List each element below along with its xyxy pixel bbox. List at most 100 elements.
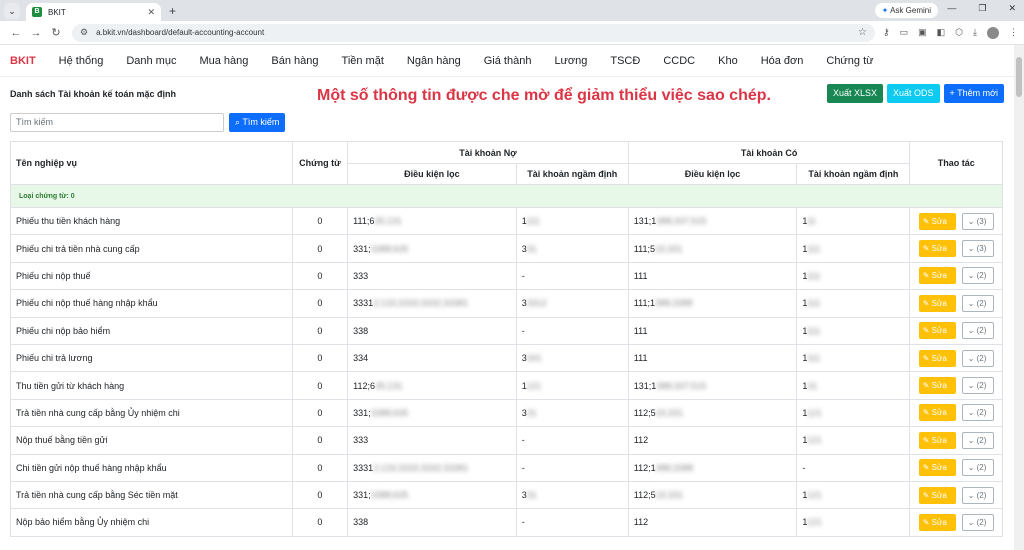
download-icon[interactable]: ⤓ <box>973 27 977 39</box>
expand-dropdown-button[interactable]: ⌄ (2) <box>961 486 994 504</box>
cell-voucher: 0 <box>291 343 349 373</box>
card-icon[interactable]: ▭ <box>900 27 909 39</box>
blurred-value: 31 <box>526 243 537 254</box>
expand-dropdown-button[interactable]: ⌄ (2) <box>961 322 994 340</box>
expand-dropdown-button[interactable]: ⌄ (3) <box>961 212 994 230</box>
tab-search-icon[interactable]: ⌄ <box>4 2 20 19</box>
menu-item-he-thong[interactable]: Hệ thống <box>59 55 104 67</box>
expand-dropdown-button[interactable]: ⌄ (2) <box>961 431 994 449</box>
blurred-value: 2;133;3333;3332;33381 <box>373 462 469 473</box>
chevron-down-icon: ⌄ <box>967 216 975 226</box>
cell-value: Phiếu thu tiền khách hàng <box>16 216 121 227</box>
cell-value: 111;1 <box>633 298 655 309</box>
cell-actions: ✎ Sửa ⌄ (2) <box>909 343 1003 373</box>
table-row: Chi tiền gửi nộp thuế hàng nhập khẩu 0 333… <box>10 453 1003 482</box>
expand-dropdown-button[interactable]: ⌄ (2) <box>961 377 994 395</box>
cell-debit-default: - <box>515 453 629 482</box>
expand-dropdown-button[interactable]: ⌄ (2) <box>961 513 994 531</box>
edit-button[interactable]: ✎ Sửa <box>918 212 956 230</box>
menu-item-hoa-don[interactable]: Hóa đơn <box>761 55 804 67</box>
edit-button[interactable]: ✎ Sửa <box>918 294 956 312</box>
bookmark-star-icon[interactable]: ☆ <box>858 27 867 38</box>
cell-credit-filter: 131;1388;337;515 <box>627 206 798 236</box>
new-tab-icon[interactable]: + <box>169 4 176 18</box>
search-input[interactable]: Tìm kiếm <box>10 112 224 132</box>
cell-value: 331; <box>353 490 371 501</box>
menu-item-tscd[interactable]: TSCĐ <box>610 55 640 67</box>
menu-item-kho[interactable]: Kho <box>718 55 738 67</box>
reload-icon[interactable]: ↻ <box>46 26 66 39</box>
kebab-menu-icon[interactable]: ⋮ <box>1009 27 1018 39</box>
expand-dropdown-button[interactable]: ⌄ (2) <box>961 404 994 422</box>
extension-icon[interactable]: ⬡ <box>955 27 963 39</box>
edit-button[interactable]: ✎ Sửa <box>918 240 956 258</box>
menu-item-gia-thanh[interactable]: Giá thành <box>484 55 532 67</box>
gemini-icon: ✦ <box>881 6 889 15</box>
blurred-value: 3388;635 <box>370 243 409 254</box>
ask-gemini-button[interactable]: ✦ Ask Gemini <box>874 3 938 18</box>
expand-dropdown-button[interactable]: ⌄ (2) <box>961 294 994 312</box>
cell-debit-filter: 333 <box>347 426 517 455</box>
col-header-credit-default: Tài khoản ngầm định <box>796 163 911 185</box>
chevron-down-icon: ⌄ <box>967 271 975 281</box>
edit-button[interactable]: ✎ Sửa <box>918 322 956 340</box>
menu-item-tien-mat[interactable]: Tiền mặt <box>342 55 384 67</box>
cell-credit-filter: 111 <box>627 261 798 291</box>
cell-credit-default: 1111 <box>796 343 911 373</box>
blurred-value: 15;331 <box>654 243 683 254</box>
menu-item-ccdc[interactable]: CCDC <box>663 55 695 67</box>
cell-value: 0 <box>317 243 323 254</box>
chevron-down-icon: ⌄ <box>967 298 975 308</box>
wallet-icon[interactable]: ▣ <box>918 27 927 39</box>
search-button[interactable]: ⌕ Tìm kiếm <box>229 112 286 132</box>
blurred-value: 15;331 <box>655 490 684 501</box>
expand-dropdown-button[interactable]: ⌄ (3) <box>961 240 994 258</box>
close-window-icon[interactable]: ✕ <box>1008 3 1016 14</box>
expand-dropdown-button[interactable]: ⌄ (2) <box>961 459 994 477</box>
edit-button[interactable]: ✎ Sửa <box>918 404 956 422</box>
col-header-name: Tên nghiệp vụ <box>10 141 293 185</box>
menu-item-chung-tu[interactable]: Chứng từ <box>826 55 873 67</box>
side-panel-icon[interactable]: ◧ <box>937 27 946 39</box>
table-row: Trả tiền nhà cung cấp bằng Ủy nhiệm chi 0… <box>10 398 1003 428</box>
brand-logo[interactable]: BKIT <box>10 55 36 67</box>
scrollbar-thumb[interactable] <box>1016 57 1022 97</box>
edit-button[interactable]: ✎ Sửa <box>918 486 956 504</box>
menu-item-luong[interactable]: Lương <box>554 55 587 67</box>
cell-debit-filter: 338 <box>347 316 517 345</box>
edit-button[interactable]: ✎ Sửa <box>918 513 956 531</box>
restore-icon[interactable]: ❐ <box>978 3 986 14</box>
expand-dropdown-button[interactable]: ⌄ (2) <box>961 267 994 285</box>
forward-icon[interactable]: → <box>26 27 46 39</box>
minimize-icon[interactable]: — <box>947 3 956 14</box>
menu-item-danh-muc[interactable]: Danh mục <box>126 55 176 67</box>
page-scrollbar[interactable] <box>1014 45 1024 550</box>
edit-button[interactable]: ✎ Sửa <box>918 431 956 449</box>
cell-debit-filter: 334 <box>347 343 517 373</box>
edit-button[interactable]: ✎ Sửa <box>918 349 956 367</box>
menu-item-ban-hang[interactable]: Bán hàng <box>271 55 318 67</box>
profile-avatar[interactable] <box>987 26 999 39</box>
edit-button[interactable]: ✎ Sửa <box>918 377 956 395</box>
cell-voucher: 0 <box>291 234 349 263</box>
edit-button[interactable]: ✎ Sửa <box>918 459 956 477</box>
browser-tab[interactable]: B BKIT ✕ <box>26 3 161 21</box>
site-settings-icon[interactable]: ⚙ <box>80 27 88 38</box>
export-xlsx-button[interactable]: Xuất XLSX <box>826 84 883 103</box>
cell-voucher: 0 <box>291 508 349 537</box>
close-tab-icon[interactable]: ✕ <box>147 7 155 18</box>
url-field[interactable]: ⚙ a.bkit.vn/dashboard/default-accounting… <box>72 23 876 42</box>
add-new-button[interactable]: + Thêm mới <box>943 84 1004 103</box>
menu-item-mua-hang[interactable]: Mua hàng <box>199 55 248 67</box>
cell-value: - <box>802 462 806 473</box>
edit-button[interactable]: ✎ Sửa <box>918 267 956 285</box>
cell-credit-filter: 111;515;331 <box>627 234 798 263</box>
cell-name: Phiếu chi nộp thuế hàng nhập khẩu <box>10 289 293 318</box>
expand-dropdown-button[interactable]: ⌄ (2) <box>961 349 994 367</box>
export-ods-button[interactable]: Xuất ODS <box>886 84 940 103</box>
col-header-credit-filter: Điều kiện lọc <box>627 163 798 185</box>
menu-item-ngan-hang[interactable]: Ngân hàng <box>407 55 461 67</box>
back-icon[interactable]: ← <box>6 27 26 39</box>
key-icon[interactable]: ⚷ <box>883 27 890 39</box>
cell-value: 338 <box>353 517 369 528</box>
